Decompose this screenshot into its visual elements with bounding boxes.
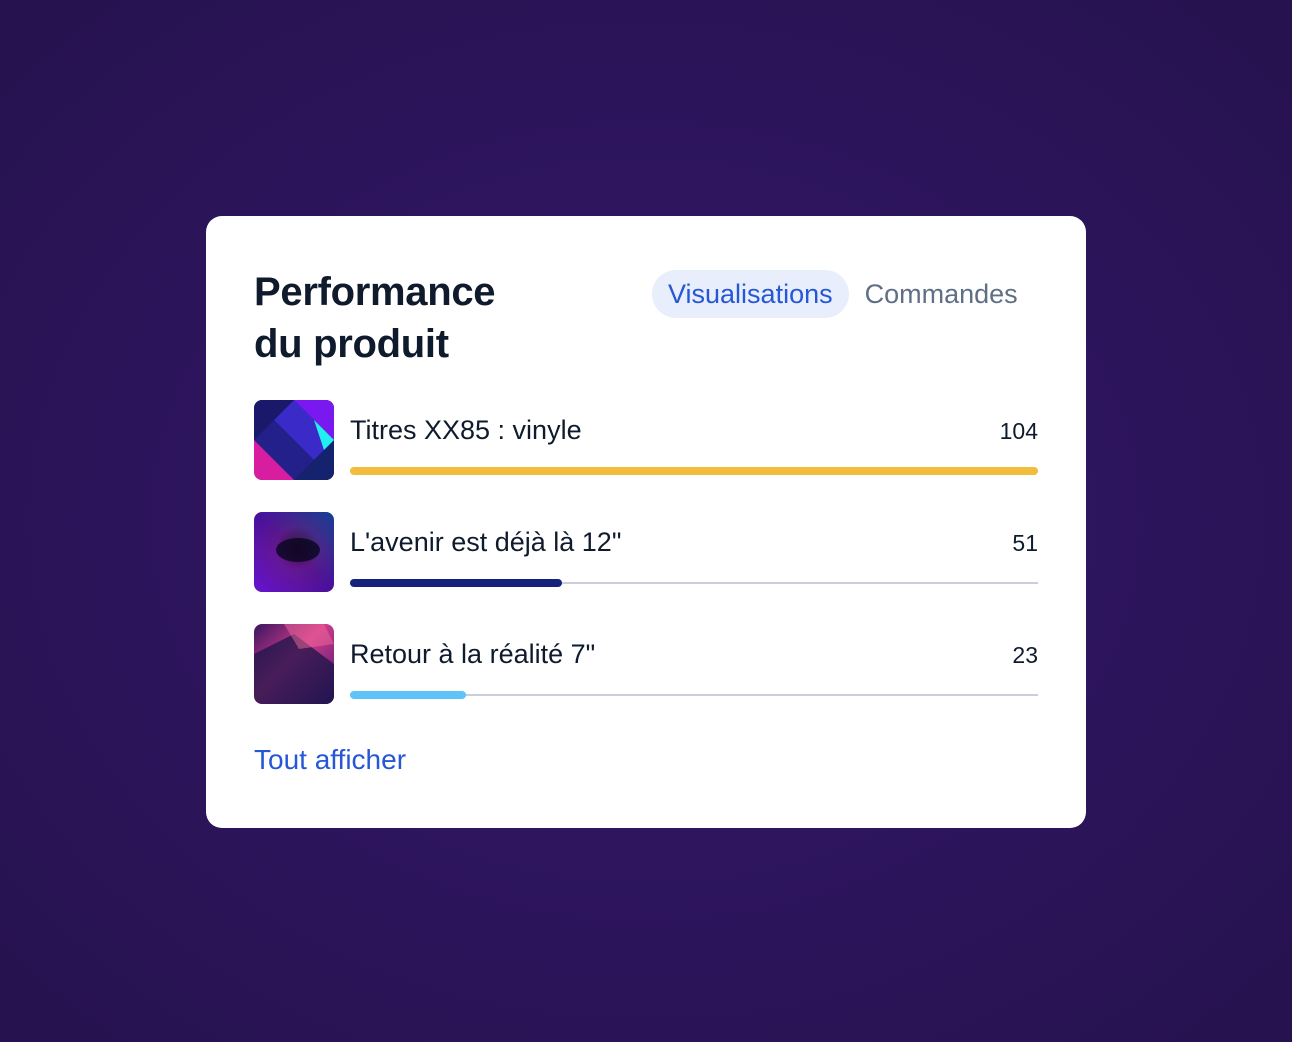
product-count: 51 xyxy=(1012,530,1038,556)
product-count: 104 xyxy=(999,418,1038,444)
progress-fill xyxy=(350,691,466,699)
list-item: Retour à la réalité 7" 23 xyxy=(254,624,1038,704)
metric-tabs: Visualisations Commandes xyxy=(652,270,1034,318)
tab-commandes[interactable]: Commandes xyxy=(849,270,1034,318)
product-performance-card: Performance du produit Visualisations Co… xyxy=(206,216,1086,828)
list-item: Titres XX85 : vinyle 104 xyxy=(254,400,1038,480)
progress-track xyxy=(350,579,1038,587)
product-name: Titres XX85 : vinyle xyxy=(350,415,582,445)
progress-track xyxy=(350,691,1038,699)
tab-visualisations[interactable]: Visualisations xyxy=(652,270,849,318)
product-thumbnail xyxy=(254,624,334,704)
card-title: Performance du produit xyxy=(254,266,554,370)
product-thumbnail xyxy=(254,400,334,480)
list-item: L'avenir est déjà là 12" 51 xyxy=(254,512,1038,592)
view-all-link[interactable]: Tout afficher xyxy=(254,740,406,780)
progress-fill xyxy=(350,467,1038,475)
product-name: Retour à la réalité 7" xyxy=(350,639,596,669)
card-title-line2: du produit xyxy=(254,322,449,366)
product-thumbnail xyxy=(254,512,334,592)
product-name: L'avenir est déjà là 12" xyxy=(350,527,622,557)
card-title-line1: Performance xyxy=(254,270,496,314)
progress-track xyxy=(350,467,1038,475)
progress-fill xyxy=(350,579,562,587)
product-count: 23 xyxy=(1012,642,1038,668)
